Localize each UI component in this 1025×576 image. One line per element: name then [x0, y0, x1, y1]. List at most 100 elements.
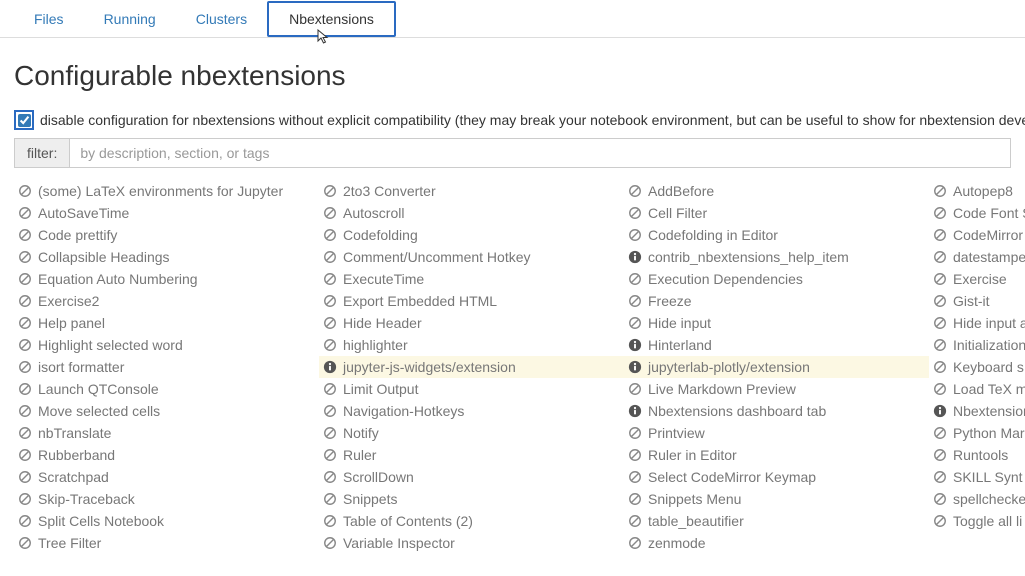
extension-item[interactable]: Exercise2 [14, 290, 319, 312]
extension-item[interactable]: Collapsible Headings [14, 246, 319, 268]
extension-item[interactable]: Limit Output [319, 378, 624, 400]
extension-item[interactable]: Keyboard s [929, 356, 1025, 378]
extension-label: Hide Header [343, 315, 422, 331]
disabled-icon [933, 206, 947, 220]
extension-item[interactable]: zenmode [624, 532, 929, 554]
extension-item[interactable]: Snippets Menu [624, 488, 929, 510]
disabled-icon [323, 492, 337, 506]
disabled-icon [18, 360, 32, 374]
disabled-icon [18, 272, 32, 286]
extension-item[interactable]: Live Markdown Preview [624, 378, 929, 400]
extension-item[interactable]: CodeMirror [929, 224, 1025, 246]
extension-item[interactable]: Select CodeMirror Keymap [624, 466, 929, 488]
extension-label: Highlight selected word [38, 337, 183, 353]
extension-item[interactable]: Variable Inspector [319, 532, 624, 554]
extension-item[interactable]: Python Mar [929, 422, 1025, 444]
extension-item[interactable]: Exercise [929, 268, 1025, 290]
extension-item[interactable]: (some) LaTeX environments for Jupyter [14, 180, 319, 202]
extension-item[interactable]: Code Font S [929, 202, 1025, 224]
tab-running[interactable]: Running [84, 3, 176, 35]
extension-item[interactable]: Comment/Uncomment Hotkey [319, 246, 624, 268]
extension-item[interactable]: spellchecke [929, 488, 1025, 510]
extension-item[interactable]: Rubberband [14, 444, 319, 466]
extension-item[interactable]: Skip-Traceback [14, 488, 319, 510]
extension-item[interactable]: Freeze [624, 290, 929, 312]
extension-item[interactable]: Export Embedded HTML [319, 290, 624, 312]
disabled-icon [323, 536, 337, 550]
extension-item[interactable]: Codefolding in Editor [624, 224, 929, 246]
extension-item[interactable]: Ruler [319, 444, 624, 466]
extension-item[interactable]: Highlight selected word [14, 334, 319, 356]
extension-item[interactable]: AddBefore [624, 180, 929, 202]
extension-item[interactable]: Hide input [624, 312, 929, 334]
extension-label: Codefolding in Editor [648, 227, 778, 243]
extension-label: Initialization [953, 337, 1025, 353]
extension-item[interactable]: Hide Header [319, 312, 624, 334]
extension-item[interactable]: Navigation-Hotkeys [319, 400, 624, 422]
extension-label: Hide input a [953, 315, 1025, 331]
extension-label: Notify [343, 425, 379, 441]
extension-item[interactable]: contrib_nbextensions_help_item [624, 246, 929, 268]
extension-item[interactable]: Printview [624, 422, 929, 444]
extension-item[interactable]: Hinterland [624, 334, 929, 356]
extension-item[interactable]: Gist-it [929, 290, 1025, 312]
extension-label: Nbextension [953, 403, 1025, 419]
extension-item[interactable]: Launch QTConsole [14, 378, 319, 400]
extension-item[interactable]: Runtools [929, 444, 1025, 466]
extension-item[interactable]: Execution Dependencies [624, 268, 929, 290]
extension-label: isort formatter [38, 359, 124, 375]
extension-item[interactable]: Split Cells Notebook [14, 510, 319, 532]
filter-input[interactable] [69, 138, 1011, 168]
disabled-icon [18, 448, 32, 462]
extension-item[interactable]: Tree Filter [14, 532, 319, 554]
extension-item[interactable]: 2to3 Converter [319, 180, 624, 202]
extension-item[interactable]: datestampe [929, 246, 1025, 268]
disabled-icon [628, 316, 642, 330]
extension-item[interactable]: SKILL Synt [929, 466, 1025, 488]
extension-item[interactable]: Move selected cells [14, 400, 319, 422]
extension-label: AutoSaveTime [38, 205, 129, 221]
extension-item[interactable]: Cell Filter [624, 202, 929, 224]
extension-item[interactable]: Nbextensions dashboard tab [624, 400, 929, 422]
disabled-icon [628, 184, 642, 198]
extension-item[interactable]: Ruler in Editor [624, 444, 929, 466]
extension-item[interactable]: Table of Contents (2) [319, 510, 624, 532]
extension-item[interactable]: Snippets [319, 488, 624, 510]
extension-item[interactable]: Equation Auto Numbering [14, 268, 319, 290]
extension-item[interactable]: Codefolding [319, 224, 624, 246]
extension-item[interactable]: Help panel [14, 312, 319, 334]
tab-clusters[interactable]: Clusters [176, 3, 267, 35]
disabled-icon [18, 426, 32, 440]
extension-label: Ruler [343, 447, 376, 463]
extension-item[interactable]: Scratchpad [14, 466, 319, 488]
disabled-icon [323, 470, 337, 484]
extension-item[interactable]: jupyter-js-widgets/extension [319, 356, 624, 378]
disabled-icon [628, 206, 642, 220]
extension-label: zenmode [648, 535, 706, 551]
info-icon [933, 404, 947, 418]
extension-item[interactable]: AutoSaveTime [14, 202, 319, 224]
tab-nbextensions[interactable]: Nbextensions [267, 1, 396, 37]
extension-item[interactable]: isort formatter [14, 356, 319, 378]
extension-item[interactable]: ScrollDown [319, 466, 624, 488]
extension-item[interactable]: nbTranslate [14, 422, 319, 444]
extension-item[interactable]: Load TeX m [929, 378, 1025, 400]
compat-checkbox[interactable] [18, 114, 31, 127]
extension-item[interactable]: jupyterlab-plotly/extension [624, 356, 929, 378]
extension-item[interactable]: ExecuteTime [319, 268, 624, 290]
tab-files[interactable]: Files [14, 3, 84, 35]
extension-item[interactable]: Toggle all li [929, 510, 1025, 532]
extension-item[interactable]: Notify [319, 422, 624, 444]
extension-item[interactable]: Nbextension [929, 400, 1025, 422]
extension-label: Limit Output [343, 381, 418, 397]
extension-item[interactable]: Code prettify [14, 224, 319, 246]
extension-item[interactable]: highlighter [319, 334, 624, 356]
extension-item[interactable]: Hide input a [929, 312, 1025, 334]
extension-item[interactable]: Autopep8 [929, 180, 1025, 202]
extension-item[interactable]: table_beautifier [624, 510, 929, 532]
tab-nbextensions-label: Nbextensions [289, 11, 374, 27]
extension-item[interactable]: Autoscroll [319, 202, 624, 224]
disabled-icon [628, 272, 642, 286]
disabled-icon [18, 250, 32, 264]
extension-item[interactable]: Initialization [929, 334, 1025, 356]
